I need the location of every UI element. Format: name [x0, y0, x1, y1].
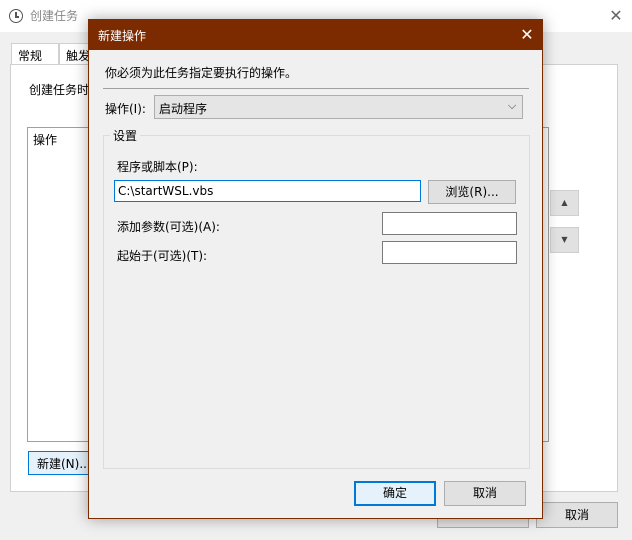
parent-close-icon[interactable]: ✕ — [604, 4, 628, 28]
move-up-button[interactable]: ▲ — [550, 190, 579, 216]
actions-description: 创建任务时 — [29, 83, 90, 97]
arguments-label: 添加参数(可选)(A): — [117, 220, 220, 234]
program-script-input[interactable]: C:\startWSL.vbs — [114, 180, 421, 202]
chevron-down-icon[interactable]: ⌵ — [505, 98, 519, 114]
arguments-input[interactable] — [382, 212, 517, 235]
start-in-input[interactable] — [382, 241, 517, 264]
arrow-down-icon: ▼ — [561, 235, 568, 244]
program-script-label: 程序或脚本(P): — [117, 160, 198, 174]
move-down-button[interactable]: ▼ — [550, 227, 579, 253]
parent-window-title: 创建任务 — [30, 9, 79, 23]
new-action-button[interactable]: 新建(N)... — [28, 451, 92, 475]
dialog-title: 新建操作 — [98, 29, 147, 43]
clock-icon — [9, 9, 23, 23]
tab-general[interactable]: 常规 — [11, 43, 59, 65]
dialog-instruction: 你必须为此任务指定要执行的操作。 — [105, 66, 298, 80]
start-in-label: 起始于(可选)(T): — [117, 249, 208, 263]
cancel-button[interactable]: 取消 — [444, 481, 526, 506]
settings-legend: 设置 — [110, 127, 141, 144]
action-type-label: 操作(I): — [105, 102, 146, 116]
browse-button[interactable]: 浏览(R)... — [428, 180, 516, 204]
dialog-close-icon[interactable]: ✕ — [516, 24, 538, 46]
ok-button[interactable]: 确定 — [354, 481, 436, 506]
parent-cancel-button[interactable]: 取消 — [536, 502, 618, 528]
action-type-selected-value[interactable]: 启动程序 — [159, 100, 207, 117]
actions-list-header[interactable]: 操作 — [33, 131, 57, 148]
action-type-select[interactable] — [154, 95, 523, 119]
arrow-up-icon: ▲ — [561, 198, 568, 207]
divider — [103, 88, 529, 89]
dialog-titlebar[interactable] — [89, 20, 542, 50]
